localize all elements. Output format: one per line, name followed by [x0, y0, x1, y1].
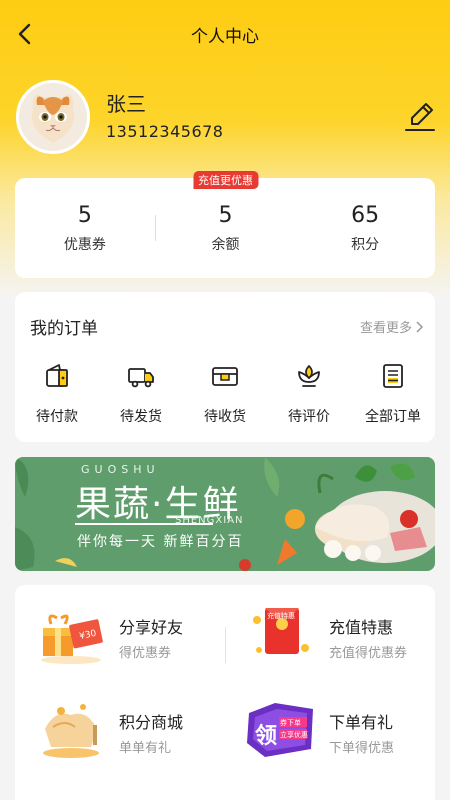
order-label: 待收货	[204, 409, 246, 425]
service-points-mall[interactable]: 积分商城 单单有礼	[15, 685, 225, 775]
pencil-icon	[405, 103, 435, 131]
stat-value: 5	[77, 202, 92, 228]
gift-box-icon: ¥30	[41, 614, 103, 664]
stat-label: 余额	[211, 236, 240, 253]
service-title: 积分商城	[119, 713, 184, 732]
order-pending-receipt[interactable]: 待收货	[183, 362, 267, 426]
service-recharge-deal[interactable]: 充值特惠 充值特惠 充值得优惠券	[225, 590, 435, 680]
stat-coupons[interactable]: 5 优惠券	[15, 203, 155, 254]
stat-balance[interactable]: 充值更优惠 5 余额	[156, 170, 296, 254]
recharge-promo-badge: 充值更优惠	[193, 170, 258, 189]
order-pending-review[interactable]: 待评价	[267, 362, 351, 426]
profile-section: 张三 13512345678	[16, 80, 436, 156]
cat-avatar-icon	[19, 83, 87, 151]
chevron-left-icon	[18, 23, 31, 45]
service-subtitle: 下单得优惠	[329, 741, 395, 756]
order-label: 全部订单	[365, 409, 421, 425]
service-subtitle: 得优惠券	[119, 646, 172, 661]
services-card: ¥30 分享好友 得优惠券 充值特惠 充值特惠 充值得优惠券 积分商城 单单有礼…	[15, 585, 435, 800]
back-button[interactable]	[12, 20, 36, 48]
avatar[interactable]	[16, 80, 90, 154]
order-label: 待评价	[288, 409, 330, 425]
order-status-list: 待付款 待发货 待收货 待评价 全部订单	[15, 362, 435, 426]
stat-points[interactable]: 65 积分	[295, 203, 435, 254]
nav-bar: 个人中心	[0, 0, 450, 68]
svg-text:券下单: 券下单	[280, 718, 301, 727]
stat-value: 5	[218, 202, 233, 228]
envelope-text: 充值特惠	[267, 611, 295, 620]
edit-profile-button[interactable]	[404, 100, 436, 134]
page-title: 个人中心	[191, 26, 259, 47]
promo-banner[interactable]: GUOSHU 果蔬·生鲜 SHENGXIAN 伴你每一天 新鲜百分百	[15, 457, 435, 571]
my-orders-card: 我的订单 查看更多 待付款 待发货 待收货 待评价 全部订单	[15, 292, 435, 442]
order-gift-icon: 领 券下单 立享优惠	[247, 703, 313, 757]
orders-title: 我的订单	[30, 319, 98, 339]
account-stats-card: 5 优惠券 充值更优惠 5 余额 65 积分	[15, 170, 435, 278]
truck-icon	[128, 368, 154, 388]
order-all[interactable]: 全部订单	[351, 362, 435, 426]
stat-label: 积分	[351, 236, 380, 253]
chevron-right-icon	[416, 320, 423, 333]
points-mall-icon	[43, 704, 99, 758]
svg-text:立享优惠: 立享优惠	[280, 730, 308, 739]
service-subtitle: 充值得优惠券	[329, 646, 408, 661]
banner-slogan: 伴你每一天 新鲜百分百	[77, 534, 244, 550]
wallet-icon	[46, 364, 68, 387]
svg-text:领: 领	[255, 723, 277, 749]
user-phone: 13512345678	[106, 122, 224, 141]
red-envelope-icon: 充值特惠	[253, 608, 309, 654]
service-title: 下单有礼	[329, 713, 394, 732]
order-pending-shipment[interactable]: 待发货	[99, 362, 183, 426]
review-icon	[298, 364, 320, 387]
order-label: 待发货	[120, 409, 162, 425]
service-subtitle: 单单有礼	[119, 741, 172, 756]
view-more-label: 查看更多	[359, 321, 412, 336]
user-name: 张三	[106, 92, 146, 116]
stat-label: 优惠券	[63, 236, 106, 253]
view-more-link[interactable]: 查看更多	[360, 317, 423, 336]
order-pending-payment[interactable]: 待付款	[15, 362, 99, 426]
service-title: 分享好友	[119, 618, 184, 637]
order-label: 待付款	[36, 409, 78, 425]
service-share-friends[interactable]: ¥30 分享好友 得优惠券	[15, 590, 225, 680]
stat-value: 65	[351, 202, 380, 228]
service-title: 充值特惠	[329, 618, 394, 637]
list-icon	[383, 364, 403, 388]
service-order-gift[interactable]: 领 券下单 立享优惠 下单有礼 下单得优惠	[225, 685, 435, 775]
box-icon	[212, 367, 238, 386]
banner-en-mid: SHENGXIAN	[175, 515, 244, 526]
